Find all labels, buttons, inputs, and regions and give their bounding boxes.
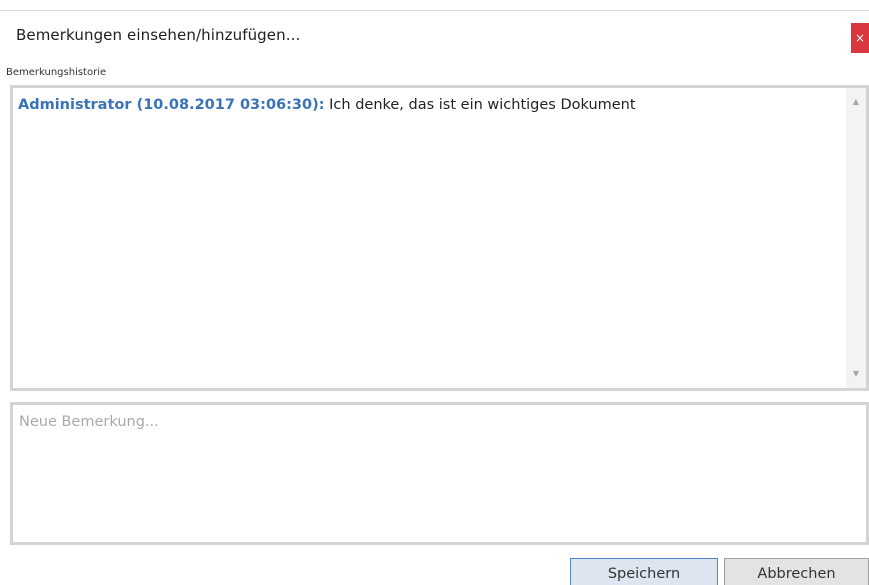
history-scrollbar[interactable]: ▲ ▼ xyxy=(846,88,866,388)
cancel-button[interactable]: Abbrechen xyxy=(724,558,869,585)
top-divider xyxy=(0,10,869,11)
close-button[interactable]: × xyxy=(851,23,869,53)
history-section-label: Bemerkungshistorie xyxy=(6,67,107,78)
remarks-dialog: Bemerkungen einsehen/hinzufügen... × Bem… xyxy=(0,0,869,585)
scroll-down-icon[interactable]: ▼ xyxy=(846,369,866,378)
remark-history-box[interactable]: Administrator (10.08.2017 03:06:30): Ich… xyxy=(10,85,869,391)
history-entry-text: Ich denke, das ist ein wichtiges Dokumen… xyxy=(324,97,636,113)
save-button[interactable]: Speichern xyxy=(570,558,718,585)
history-entry: Administrator (10.08.2017 03:06:30): Ich… xyxy=(18,97,636,113)
dialog-title: Bemerkungen einsehen/hinzufügen... xyxy=(16,26,301,44)
history-entry-author: Administrator (10.08.2017 03:06:30): xyxy=(18,97,325,113)
new-remark-input[interactable] xyxy=(10,402,869,545)
scroll-up-icon[interactable]: ▲ xyxy=(846,97,866,106)
